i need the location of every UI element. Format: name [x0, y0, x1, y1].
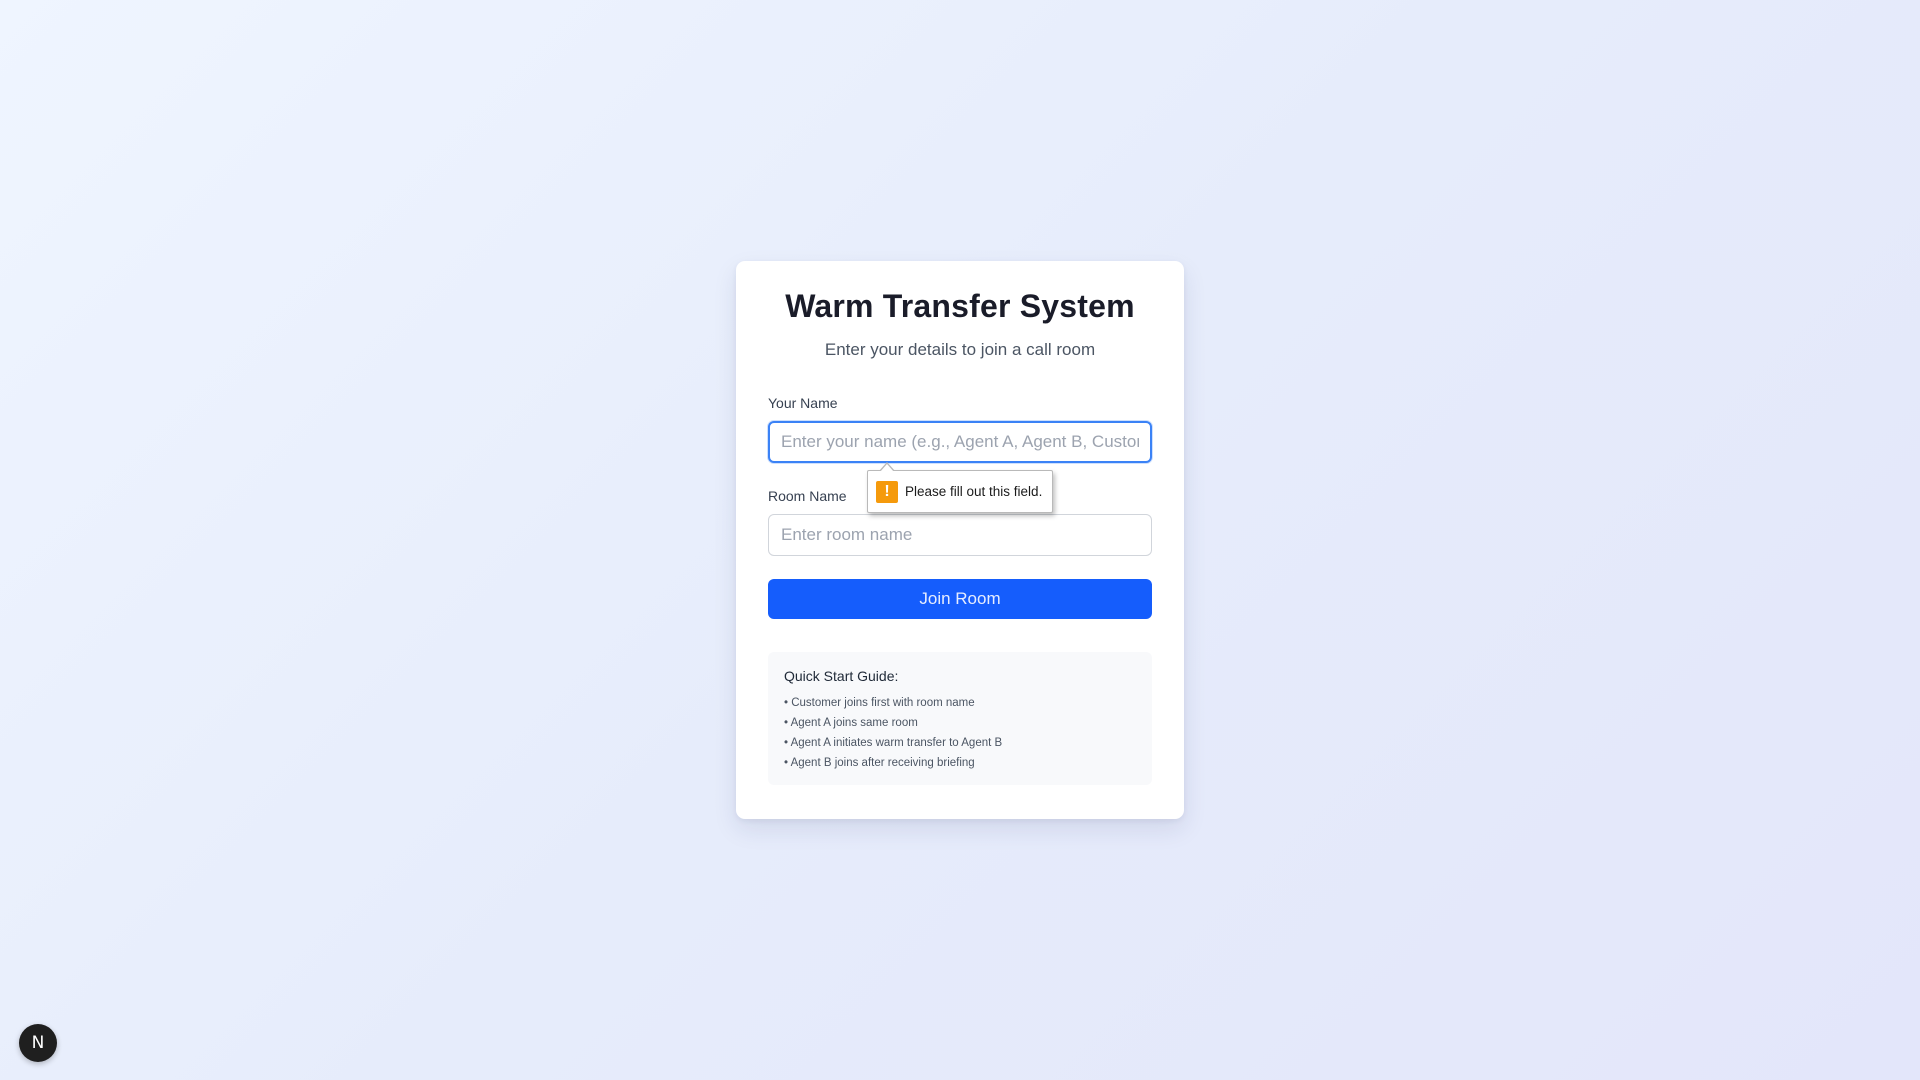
validation-tooltip: ! Please fill out this field. — [867, 462, 1053, 513]
room-label: Room Name — [768, 488, 847, 504]
name-input[interactable] — [768, 421, 1152, 463]
guide-list: • Customer joins first with room name • … — [784, 693, 1136, 773]
page-title: Warm Transfer System — [785, 288, 1135, 324]
warning-icon: ! — [876, 480, 898, 503]
page-subtitle: Enter your details to join a call room — [824, 340, 1096, 359]
badge-letter: N — [31, 1033, 45, 1053]
join-room-card: Warm Transfer System Enter your details … — [736, 261, 1184, 819]
guide-item: • Agent B joins after receiving briefing — [784, 757, 975, 769]
guide-item: • Agent A initiates warm transfer to Age… — [784, 737, 1003, 749]
name-label: Your Name — [768, 395, 838, 411]
room-input[interactable] — [768, 514, 1152, 556]
validation-message: Please fill out this field. — [905, 484, 1043, 499]
nextjs-logo-icon[interactable]: N — [19, 1024, 57, 1062]
join-room-button[interactable]: Join Room — [768, 579, 1152, 619]
quick-start-guide: Quick Start Guide: • Customer joins firs… — [768, 652, 1152, 785]
guide-item: • Agent A joins same room — [784, 717, 918, 729]
guide-item: • Customer joins first with room name — [784, 697, 975, 709]
guide-title: Quick Start Guide: — [784, 668, 899, 684]
